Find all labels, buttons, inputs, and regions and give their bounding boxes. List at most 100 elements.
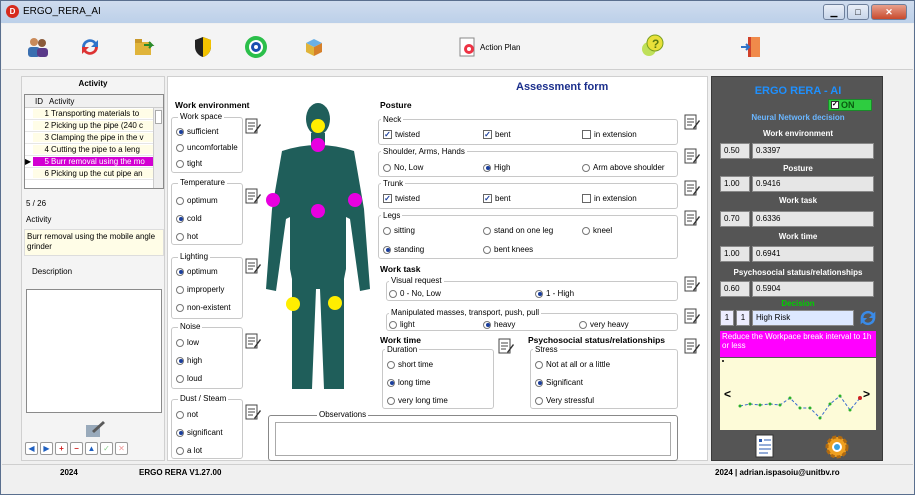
dust-not-radio[interactable]: not [176,410,198,419]
add-record-button[interactable]: + [55,442,68,455]
legs-kneel-radio[interactable]: kneel [582,226,612,235]
temperature-hot-radio[interactable]: hot [176,232,198,241]
ai-on-toggle[interactable]: ✓ ON [828,99,872,111]
gear-settings-icon[interactable] [244,35,268,59]
manip-heavy-radio[interactable]: heavy [483,320,515,329]
neck-twisted-checkbox[interactable]: ✓ twisted [383,130,420,139]
recalculate-icon[interactable] [857,307,879,329]
notes-icon[interactable] [684,307,700,325]
body-point[interactable] [311,138,325,152]
minimize-button[interactable]: ▁ [823,4,845,20]
dust-alot-radio[interactable]: a lot [176,446,202,455]
grid-scrollbar[interactable] [153,108,163,188]
next-record-button[interactable]: ▶ [40,442,53,455]
description-field[interactable] [26,289,162,413]
body-point[interactable] [311,204,325,218]
psychosocial-heading: Psychosocial status/relationships [528,335,665,345]
noise-loud-radio[interactable]: loud [176,374,202,383]
close-button[interactable]: ✕ [871,4,907,20]
edit-record-button[interactable]: ▲ [85,442,98,455]
refresh-icon[interactable] [78,35,102,59]
body-point[interactable] [311,119,325,133]
lighting-nonexistent-radio[interactable]: non-existent [176,303,231,312]
visual-low-radio[interactable]: 0 - No, Low [389,289,441,298]
action-plan-button[interactable]: Action Plan [458,35,520,59]
body-point[interactable] [266,193,280,207]
noise-high-radio[interactable]: high [176,356,202,365]
notes-icon[interactable] [684,179,700,197]
body-point[interactable] [328,296,342,310]
legs-standing-radio[interactable]: standing [383,245,424,254]
neck-extension-checkbox[interactable]: in extension [582,130,637,139]
notes-icon[interactable] [684,275,700,293]
lighting-optimum-radio[interactable]: optimum [176,267,218,276]
stress-very-radio[interactable]: Very stressful [535,396,594,405]
delete-record-button[interactable]: − [70,442,83,455]
temperature-optimum-radio[interactable]: optimum [176,196,218,205]
notes-icon[interactable] [684,147,700,165]
trunk-group: Trunk ✓ twisted ✓ bent in extension [378,179,678,209]
dust-significant-radio[interactable]: significant [176,428,223,437]
users-icon[interactable] [26,35,50,59]
stress-significant-radio[interactable]: Significant [535,378,583,387]
workspace-sufficient-radio[interactable]: sufficient [176,127,218,136]
help-icon[interactable]: ? [639,33,665,59]
body-point[interactable] [348,193,362,207]
exit-door-icon[interactable] [739,35,763,59]
trunk-bent-checkbox[interactable]: ✓ bent [483,194,511,203]
notes-icon[interactable] [498,337,514,355]
legs-one-leg-radio[interactable]: stand on one leg [483,226,553,235]
shoulder-high-radio[interactable]: High [483,163,510,172]
notes-icon[interactable] [684,209,700,227]
activity-grid[interactable]: ID Activity 1 Transporting materials to 2… [24,94,164,189]
notes-icon[interactable] [684,337,700,355]
folder-export-icon[interactable] [132,35,156,59]
table-row[interactable]: 6 Picking up the cut pipe an [25,168,163,180]
table-row-selected[interactable]: ▶ 5 Burr removal using the mo [25,156,163,168]
shield-icon[interactable] [191,35,215,59]
maximize-button[interactable]: □ [847,4,869,20]
manip-light-radio[interactable]: light [389,320,415,329]
work-time-score: 0.6941 [752,246,874,262]
table-row[interactable]: 1 Transporting materials to [25,108,163,120]
time-short-radio[interactable]: short time [387,360,433,369]
lighting-improperly-radio[interactable]: improperly [176,285,224,294]
cancel-record-button[interactable]: ✕ [115,442,128,455]
stress-little-radio[interactable]: Not at all or a little [535,360,610,369]
first-record-button[interactable]: ◀ [25,442,38,455]
workspace-uncomfortable-radio[interactable]: uncomfortable [176,143,238,152]
report-icon[interactable] [754,434,776,458]
noise-low-radio[interactable]: low [176,338,199,347]
activity-value[interactable]: Burr removal using the mobile angle grin… [24,229,164,256]
notes-icon[interactable] [245,117,261,135]
table-row[interactable]: 2 Picking up the pipe (240 c [25,120,163,132]
edit-icon[interactable] [84,419,106,439]
box-icon[interactable] [302,35,326,59]
shoulder-low-radio[interactable]: No, Low [383,163,423,172]
workspace-tight-radio[interactable]: tight [176,159,202,168]
save-record-button[interactable]: ✓ [100,442,113,455]
notes-icon[interactable] [684,113,700,131]
notes-icon[interactable] [245,403,261,421]
chart-next-button[interactable]: > [863,387,870,401]
temperature-cold-radio[interactable]: cold [176,214,202,223]
shoulder-above-radio[interactable]: Arm above shoulder [582,163,665,172]
observations-field[interactable] [275,422,671,456]
manip-very-heavy-radio[interactable]: very heavy [579,320,629,329]
notes-icon[interactable] [245,332,261,350]
trunk-extension-checkbox[interactable]: in extension [582,194,637,203]
visual-high-radio[interactable]: 1 - High [535,289,574,298]
legs-bent-knees-radio[interactable]: bent knees [483,245,533,254]
notes-icon[interactable] [245,187,261,205]
table-row[interactable]: 3 Clamping the pipe in the v [25,132,163,144]
time-very-long-radio[interactable]: very long time [387,396,448,405]
table-row[interactable]: 4 Cutting the pipe to a leng [25,144,163,156]
body-point[interactable] [286,297,300,311]
legs-sitting-radio[interactable]: sitting [383,226,415,235]
chart-prev-button[interactable]: < [724,387,731,401]
time-long-radio[interactable]: long time [387,378,430,387]
neck-bent-checkbox[interactable]: ✓ bent [483,130,511,139]
trunk-twisted-checkbox[interactable]: ✓ twisted [383,194,420,203]
notes-icon[interactable] [245,257,261,275]
settings-gear-icon[interactable] [824,434,850,460]
